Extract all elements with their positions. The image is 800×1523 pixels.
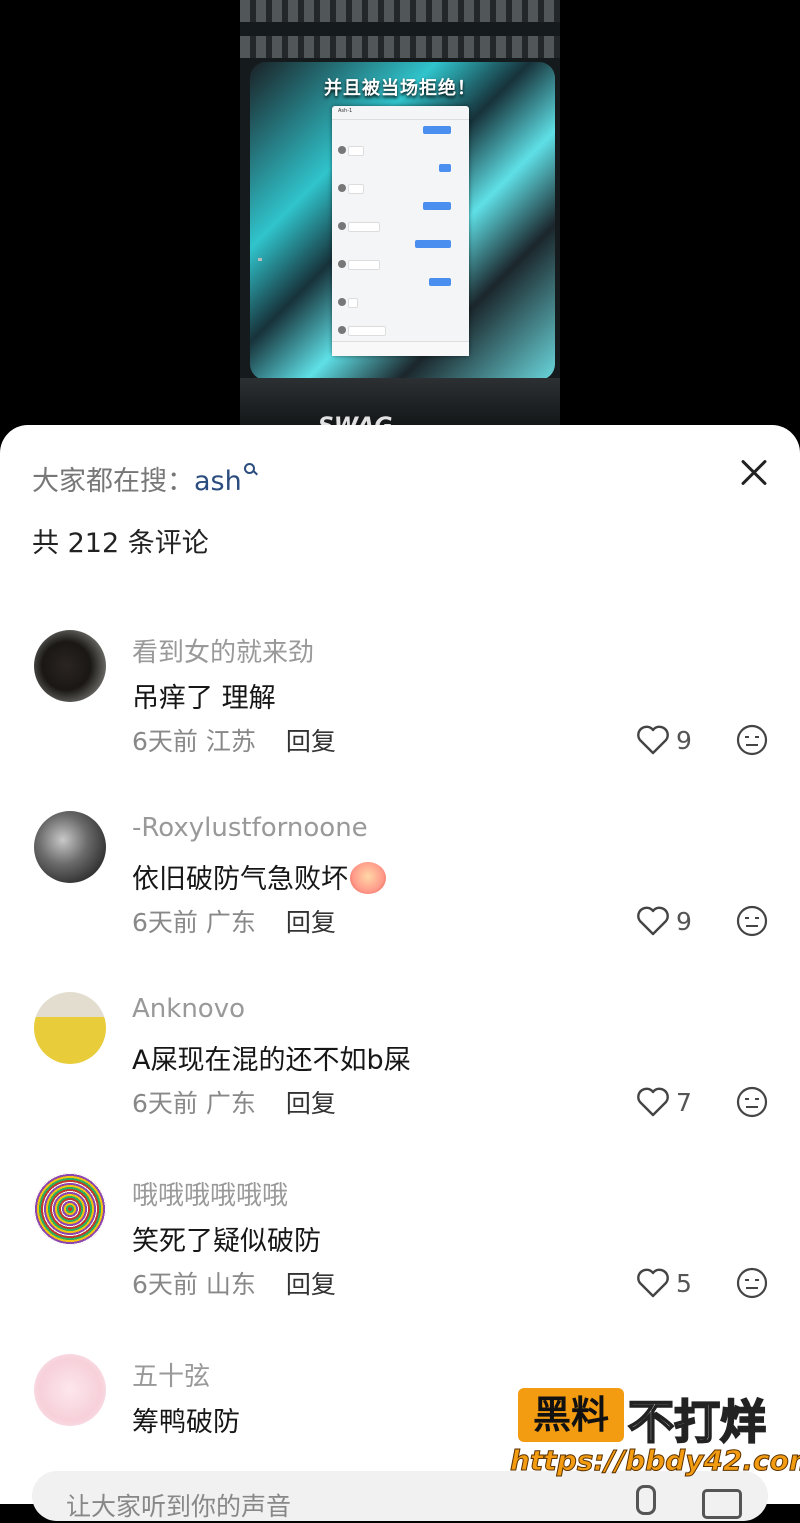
- emoji-react-icon[interactable]: [736, 724, 768, 756]
- chat-bubble: [423, 126, 451, 134]
- chat-contact-name: Ash-1: [338, 108, 353, 114]
- chat-avatar: [338, 146, 346, 154]
- trending-search-keyword[interactable]: ash: [194, 466, 242, 497]
- like-button[interactable]: 7: [636, 1086, 696, 1120]
- chat-bubble: [429, 278, 451, 286]
- avatar[interactable]: [34, 1354, 106, 1426]
- comment-meta: 6天前 广东 回复: [132, 903, 336, 939]
- comment-username[interactable]: Anknovo: [132, 994, 245, 1024]
- chat-bubble: [348, 260, 380, 270]
- heart-icon: [637, 1087, 669, 1117]
- comment-region: 广东: [205, 908, 256, 937]
- video-frame: 并且被当场拒绝！ Ash-1 SWAG: [240, 0, 560, 440]
- comment-item: 看到女的就来劲 吊痒了 理解 6天前 江苏 回复 9: [0, 630, 800, 800]
- comment-text[interactable]: 笑死了疑似破防: [132, 1219, 321, 1258]
- comment-username[interactable]: -Roxylustfornoone: [132, 813, 368, 843]
- chat-avatar: [338, 298, 346, 306]
- chat-bubble: [439, 164, 451, 172]
- comment-item: Anknovo A屎现在混的还不如b屎 6天前 广东 回复 7: [0, 992, 800, 1162]
- like-count: 9: [676, 907, 692, 936]
- chat-bubble: [348, 184, 364, 194]
- comment-time: 6天前: [132, 1089, 198, 1118]
- comment-meta: 6天前 山东 回复: [132, 1265, 336, 1301]
- chat-bubble: [415, 240, 451, 248]
- comment-sheet: 大家都在搜：ash 共 212 条评论 看到女的就来劲 吊痒了 理解 6天前 江…: [0, 425, 800, 1521]
- reply-button[interactable]: 回复: [286, 908, 336, 937]
- watermark-title: 不打烊: [627, 1394, 767, 1450]
- trending-search-prefix: 大家都在搜：: [32, 466, 194, 497]
- close-icon[interactable]: [734, 453, 774, 493]
- comment-text[interactable]: 吊痒了 理解: [132, 676, 276, 715]
- reply-button[interactable]: 回复: [286, 727, 336, 756]
- emoji-react-icon[interactable]: [736, 1267, 768, 1299]
- comment-time: 6天前: [132, 727, 198, 756]
- like-button[interactable]: 9: [636, 905, 696, 939]
- comment-text[interactable]: 筹鸭破防: [132, 1400, 240, 1439]
- emoji-react-icon[interactable]: [736, 1086, 768, 1118]
- comment-region: 广东: [205, 1089, 256, 1118]
- search-icon: [243, 463, 256, 477]
- chain-decoration-top: [240, 0, 560, 22]
- comment-username[interactable]: 五十弦: [132, 1356, 210, 1393]
- comment-item: -Roxylustfornoone 依旧破防气急败坏 6天前 广东 回复 9: [0, 811, 800, 981]
- comment-time: 6天前: [132, 1270, 198, 1299]
- watermark: 黑料 不打烊 https://bbdy42.com: [509, 1386, 800, 1486]
- video-player[interactable]: 并且被当场拒绝！ Ash-1 SWAG: [0, 0, 800, 440]
- heart-icon: [637, 906, 669, 936]
- comment-meta: 6天前 广东 回复: [132, 1084, 336, 1120]
- like-count: 5: [676, 1269, 692, 1298]
- comment-count: 共 212 条评论: [32, 528, 209, 559]
- avatar[interactable]: [34, 811, 106, 883]
- like-count: 7: [676, 1088, 692, 1117]
- avatar[interactable]: [34, 1173, 106, 1245]
- like-count: 9: [676, 726, 692, 755]
- comment-region: 江苏: [205, 727, 256, 756]
- watermark-url: https://bbdy42.com: [509, 1444, 800, 1478]
- like-button[interactable]: 9: [636, 724, 696, 758]
- avatar[interactable]: [34, 992, 106, 1064]
- comment-region: 山东: [205, 1270, 256, 1299]
- emoji-react-icon[interactable]: [736, 905, 768, 937]
- comment-meta: 6天前 江苏 回复: [132, 722, 336, 758]
- avatar[interactable]: [34, 630, 106, 702]
- chat-bubble: [348, 146, 364, 156]
- chat-avatar: [338, 184, 346, 192]
- chat-toolbar: [332, 341, 469, 356]
- comment-username[interactable]: 哦哦哦哦哦哦: [132, 1175, 288, 1212]
- video-caption: 并且被当场拒绝！: [324, 78, 476, 99]
- video-dot: [258, 258, 262, 261]
- chat-bubble: [423, 202, 451, 210]
- chat-bubble: [348, 298, 358, 308]
- chat-avatar: [338, 326, 346, 334]
- chain-decoration: [240, 36, 560, 58]
- comment-text[interactable]: 依旧破防气急败坏: [132, 857, 386, 897]
- chat-bubble: [348, 222, 380, 232]
- chat-avatar: [338, 260, 346, 268]
- comment-text-content: 依旧破防气急败坏: [132, 864, 348, 895]
- crying-emoji-icon: [350, 861, 386, 894]
- comment-username[interactable]: 看到女的就来劲: [132, 632, 314, 669]
- heart-icon: [637, 725, 669, 755]
- chat-avatar: [338, 222, 346, 230]
- chat-screenshot: Ash-1: [332, 106, 469, 356]
- trending-search[interactable]: 大家都在搜：ash: [32, 459, 256, 498]
- chat-bubble: [348, 326, 386, 336]
- comment-time: 6天前: [132, 908, 198, 937]
- heart-icon: [637, 1268, 669, 1298]
- reply-button[interactable]: 回复: [286, 1089, 336, 1118]
- like-button[interactable]: 5: [636, 1267, 696, 1301]
- watermark-logo-box: 黑料: [518, 1388, 624, 1442]
- comment-text[interactable]: A屎现在混的还不如b屎: [132, 1038, 411, 1077]
- comment-input-placeholder: 让大家听到你的声音: [66, 1492, 292, 1521]
- image-icon[interactable]: [702, 1489, 742, 1519]
- comment-item: 哦哦哦哦哦哦 笑死了疑似破防 6天前 山东 回复 5: [0, 1173, 800, 1343]
- chat-header: Ash-1: [332, 106, 469, 120]
- reply-button[interactable]: 回复: [286, 1270, 336, 1299]
- mic-icon[interactable]: [636, 1485, 656, 1515]
